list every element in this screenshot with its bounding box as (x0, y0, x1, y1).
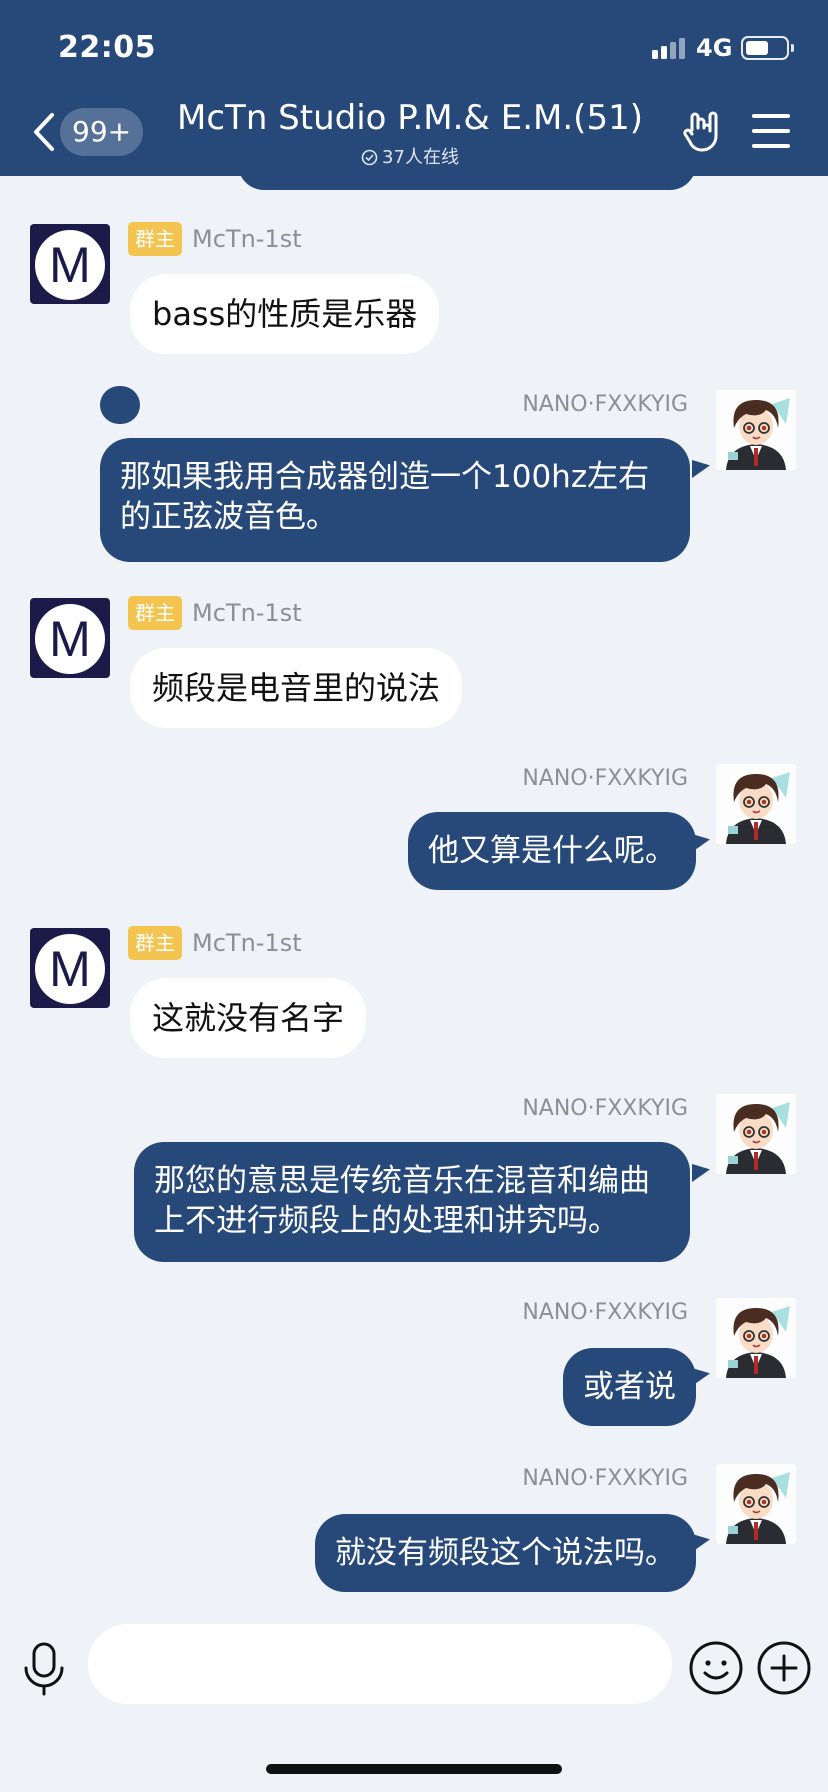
sender-name: NANO·FXXKYIG (522, 1300, 688, 1325)
avatar[interactable]: M (30, 598, 110, 678)
avatar[interactable] (716, 1094, 796, 1174)
avatar[interactable] (716, 390, 796, 470)
check-circle-icon (361, 149, 378, 166)
avatar[interactable]: M (30, 928, 110, 1008)
gesture-icon[interactable] (680, 108, 726, 154)
message-bubble[interactable]: 这就没有名字 (130, 978, 367, 1058)
unread-count-badge: 99+ (60, 108, 144, 156)
message-input[interactable] (88, 1624, 672, 1704)
message-bubble[interactable]: bass的性质是乐器 (130, 274, 440, 354)
sender-name: NANO·FXXKYIG (522, 392, 688, 417)
anime-character-avatar-icon (716, 1298, 796, 1378)
sender-name: McTn-1st (192, 225, 302, 253)
message-bubble[interactable]: 或者说 (563, 1348, 696, 1426)
voice-icon[interactable] (20, 1642, 68, 1696)
online-count: 37人在线 (382, 147, 459, 168)
avatar[interactable] (716, 1464, 796, 1544)
role-badge: 群主 (128, 596, 182, 630)
status-time: 22:05 (58, 30, 156, 65)
avatar[interactable] (716, 764, 796, 844)
sender-name: McTn-1st (192, 929, 302, 957)
sender-name: NANO·FXXKYIG (522, 1096, 688, 1121)
message-bubble[interactable]: 那如果我用合成器创造一个100hz左右 的正弦波音色。 (100, 438, 690, 562)
menu-icon[interactable] (752, 114, 790, 148)
message-bubble[interactable]: 那您的意思是传统音乐在混音和编曲 上不进行频段上的处理和讲究吗。 (134, 1142, 690, 1262)
plus-icon[interactable] (756, 1640, 812, 1696)
chat-title[interactable]: McTn Studio P.M.& E.M.(51) (150, 98, 670, 138)
anime-character-avatar-icon (716, 390, 796, 470)
back-button[interactable]: 99+ (28, 108, 144, 156)
network-type: 4G (696, 34, 733, 62)
role-badge: 群主 (128, 222, 182, 256)
cellular-signal-icon (652, 37, 688, 59)
anime-character-avatar-icon (716, 764, 796, 844)
sender-name: McTn-1st (192, 599, 302, 627)
chat-header: 22:05 4G 99+ McTn Studio P.M.& E.M.(51) … (0, 0, 828, 176)
role-badge: 群主 (128, 926, 182, 960)
message-bubble[interactable]: 就没有频段这个说法吗。 (315, 1514, 696, 1592)
avatar[interactable]: M (30, 224, 110, 304)
emoji-icon[interactable] (688, 1640, 744, 1696)
battery-icon (741, 36, 794, 60)
avatar[interactable] (716, 1298, 796, 1378)
back-icon (34, 113, 54, 151)
sender-name: NANO·FXXKYIG (522, 766, 688, 791)
message-bubble[interactable]: 他又算是什么呢。 (408, 812, 696, 890)
sender-name: NANO·FXXKYIG (522, 1466, 688, 1491)
message-bubble[interactable]: 频段是电音里的说法 (130, 648, 463, 728)
online-status: 37人在线 (150, 143, 670, 169)
anime-character-avatar-icon (716, 1094, 796, 1174)
home-indicator[interactable] (266, 1764, 562, 1774)
anime-character-avatar-icon (716, 1464, 796, 1544)
